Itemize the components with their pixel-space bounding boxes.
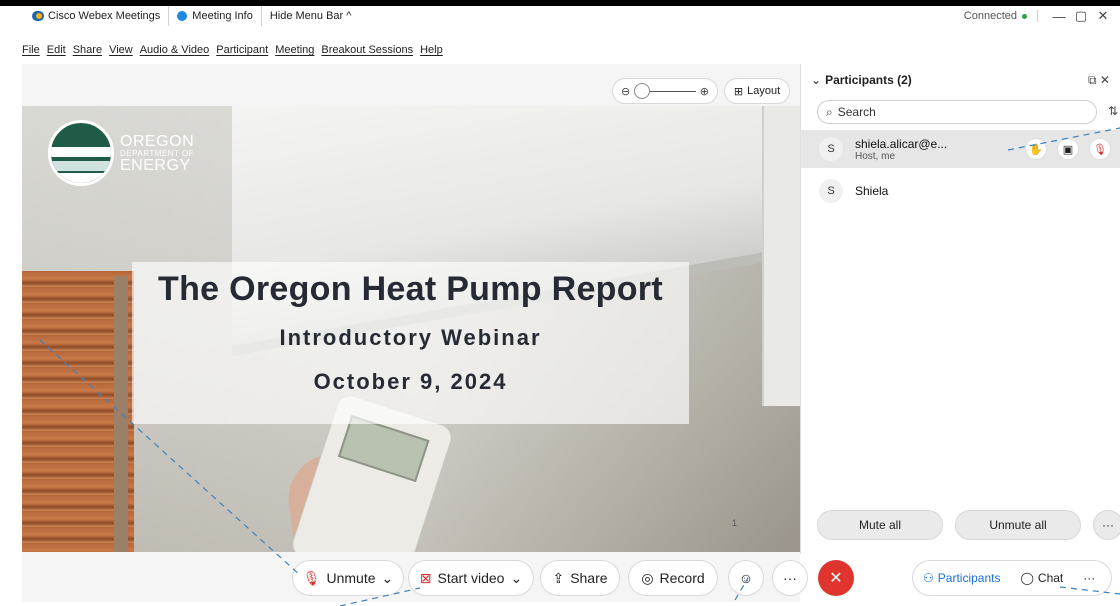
connected-dot-icon: [1022, 13, 1027, 19]
raise-hand-icon[interactable]: ✋: [1025, 138, 1047, 160]
connection-status: Connected: [963, 10, 1017, 22]
unmute-all-button[interactable]: Unmute all: [955, 510, 1081, 540]
grid-icon: ⊞: [733, 85, 744, 98]
shared-slide: OREGON DEPARTMENT OF ENERGY The Oregon H…: [22, 106, 800, 552]
restore-button[interactable]: ▢: [1070, 8, 1092, 24]
participant-role: Host, me: [855, 150, 896, 162]
close-window-button[interactable]: ✕: [1092, 8, 1114, 24]
webex-logo-icon: [32, 11, 44, 21]
reactions-button[interactable]: ☺: [728, 560, 764, 596]
chevron-down-icon[interactable]: ⌄: [382, 570, 394, 587]
slide-title-box: The Oregon Heat Pump Report Introductory…: [132, 262, 689, 424]
zoom-slider-knob[interactable]: [634, 82, 651, 99]
chevron-down-icon[interactable]: ⌄: [510, 570, 522, 587]
divider: [1037, 10, 1038, 22]
leave-meeting-button[interactable]: ✕: [818, 560, 854, 596]
meeting-controls: 🎙 Unmute ⌄ ⊠ Start video ⌄ ⇪ Share ◎ Rec…: [0, 556, 1120, 600]
people-icon: ⚇: [923, 571, 934, 585]
logo-wave: [51, 173, 111, 183]
mute-all-button[interactable]: Mute all: [817, 510, 943, 540]
avatar: S: [819, 137, 843, 161]
zoom-control[interactable]: ⊖ ⊕: [612, 78, 718, 104]
panel-tabs: ⚇ Participants ◯ Chat ···: [912, 560, 1112, 596]
menu-file[interactable]: File: [22, 44, 40, 56]
emoji-icon: ☺: [738, 570, 754, 586]
menu-share[interactable]: Share: [73, 44, 102, 56]
share-icon: ⇪: [552, 569, 565, 586]
menu-help[interactable]: Help: [420, 44, 443, 56]
more-options-button[interactable]: ···: [772, 560, 808, 596]
menu-participant[interactable]: Participant: [216, 44, 268, 56]
close-icon: ✕: [829, 570, 843, 587]
participant-row[interactable]: S Shiela: [801, 172, 1120, 210]
muted-mic-icon[interactable]: 🎙: [1089, 138, 1111, 160]
unmute-button[interactable]: 🎙 Unmute ⌄: [292, 560, 404, 596]
hide-menu-bar-button[interactable]: Hide Menu Bar ^: [262, 6, 360, 26]
logo-wave: [51, 161, 111, 171]
slide-window-frame: [114, 276, 128, 552]
mute-controls: Mute all Unmute all ···: [817, 510, 1120, 540]
camera-off-icon[interactable]: ▣: [1057, 138, 1079, 160]
menu-meeting[interactable]: Meeting: [275, 44, 314, 56]
share-button[interactable]: ⇪ Share: [540, 560, 620, 596]
minimize-button[interactable]: —: [1048, 9, 1070, 24]
participant-row[interactable]: S shiela.alicar@e... Host, me ✋ ▣ 🎙: [801, 130, 1120, 168]
participant-info: shiela.alicar@e... Host, me: [855, 137, 947, 162]
participant-name: Shiela: [855, 184, 889, 198]
chat-icon: ◯: [1020, 571, 1034, 585]
sort-icon[interactable]: ⇅: [1108, 104, 1118, 118]
oregon-logo-icon: [48, 120, 114, 186]
slide-date: October 9, 2024: [313, 369, 508, 394]
menu-breakout-sessions[interactable]: Breakout Sessions: [321, 44, 413, 56]
menu-edit[interactable]: Edit: [47, 44, 66, 56]
panel-more-button[interactable]: ···: [1093, 510, 1120, 540]
logo-text: OREGON DEPARTMENT OF ENERGY: [120, 132, 195, 174]
tabs-more-button[interactable]: ···: [1073, 561, 1105, 595]
video-off-icon: ⊠: [419, 569, 432, 586]
slide-wall-edge: [762, 106, 800, 406]
zoom-slider[interactable]: [634, 82, 696, 99]
avatar: S: [819, 179, 843, 203]
zoom-in-icon[interactable]: ⊕: [700, 85, 709, 98]
chat-tab[interactable]: ◯ Chat: [1010, 561, 1073, 595]
participant-actions: ✋ ▣ 🎙: [1025, 138, 1120, 160]
content-stage: ⊖ ⊕ ⊞ Layout OREGON DEPARTMENT OF ENERGY…: [22, 64, 800, 602]
search-icon: ⌕: [826, 104, 833, 119]
record-icon: ◎: [641, 569, 654, 586]
oregon-energy-logo: OREGON DEPARTMENT OF ENERGY: [48, 120, 194, 186]
popout-close-icon[interactable]: ⧉ ✕: [1088, 73, 1110, 88]
participants-tab[interactable]: ⚇ Participants: [913, 561, 1010, 595]
logo-wave: [51, 147, 111, 157]
muted-mic-icon: 🎙: [302, 569, 321, 586]
menu-bar: File Edit Share View Audio & Video Parti…: [0, 40, 443, 60]
menu-audio-video[interactable]: Audio & Video: [140, 44, 210, 56]
meeting-info-button[interactable]: Meeting Info: [169, 6, 262, 26]
remote-screen: [337, 414, 430, 483]
slide-page-number: 1: [732, 518, 738, 528]
record-button[interactable]: ◎ Record: [628, 560, 718, 596]
zoom-out-icon[interactable]: ⊖: [621, 85, 630, 98]
info-icon: [177, 11, 188, 21]
participants-header[interactable]: ⌄ Participants (2) ⧉ ✕: [801, 64, 1120, 96]
layout-button[interactable]: ⊞ Layout: [724, 78, 790, 104]
slide-subtitle: Introductory Webinar: [279, 325, 542, 350]
chevron-down-icon[interactable]: ⌄: [811, 73, 821, 87]
start-video-button[interactable]: ⊠ Start video ⌄: [408, 560, 534, 596]
participant-name: shiela.alicar@e...: [855, 136, 948, 151]
menu-view[interactable]: View: [109, 44, 133, 56]
participants-panel: ⌄ Participants (2) ⧉ ✕ ⌕ Search ⇅ S shie…: [800, 64, 1120, 554]
title-bar: Cisco Webex Meetings Meeting Info Hide M…: [0, 0, 1120, 26]
app-title: Cisco Webex Meetings: [24, 6, 170, 26]
participant-search-input[interactable]: ⌕ Search: [817, 100, 1097, 124]
slide-title: The Oregon Heat Pump Report: [158, 270, 663, 308]
